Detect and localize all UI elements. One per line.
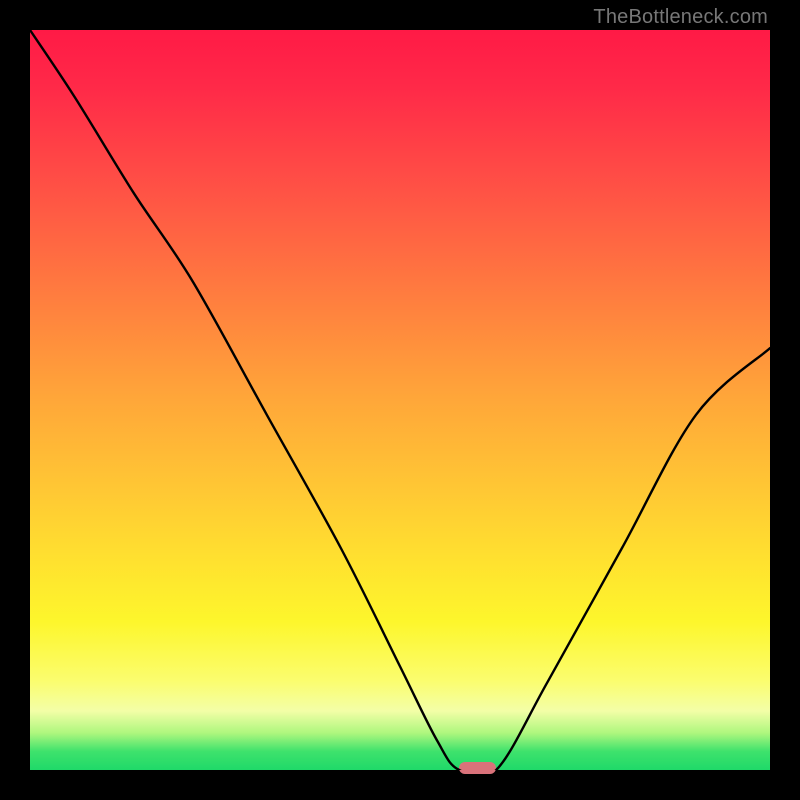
attribution-label: TheBottleneck.com [593,6,768,29]
plot-area [30,30,770,770]
chart-frame: TheBottleneck.com [0,0,800,800]
curve-path [30,30,770,770]
bottleneck-curve [30,30,770,770]
